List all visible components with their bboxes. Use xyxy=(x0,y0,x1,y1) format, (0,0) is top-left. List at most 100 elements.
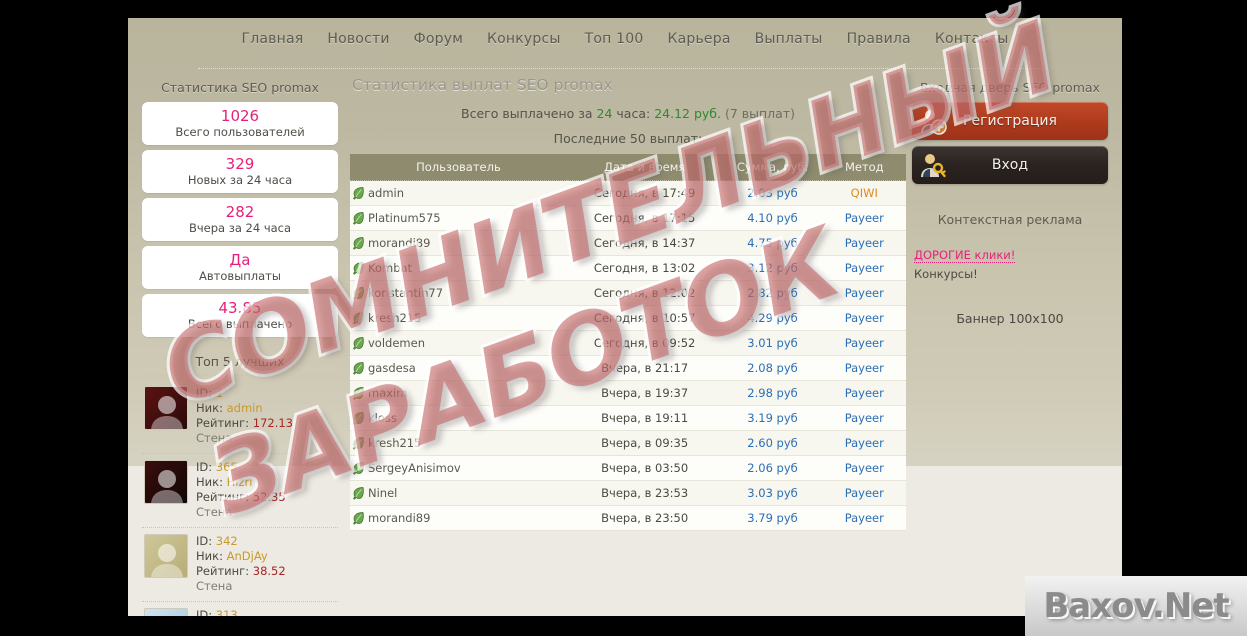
user-name: gasdesa xyxy=(368,361,416,375)
user-wall-link[interactable]: Стена xyxy=(196,579,286,594)
summary-count: (7 выплат) xyxy=(720,106,795,121)
user-rating: 38.52 xyxy=(252,564,286,578)
cell-user[interactable]: SergeyAnisimov xyxy=(350,455,567,481)
nav-item-2[interactable]: Форум xyxy=(402,31,475,47)
nav-item-4[interactable]: Топ 100 xyxy=(573,31,656,47)
user-nick[interactable]: admin xyxy=(227,401,263,415)
cell-method[interactable]: Payeer xyxy=(822,280,906,306)
table-row[interactable]: kresh215 Сегодня, в 10:57 4.29 руб Payeer xyxy=(350,305,906,331)
user-id: 313 xyxy=(215,608,238,616)
user-wall-link[interactable]: Стена xyxy=(196,431,293,446)
cell-date: Сегодня, в 12:02 xyxy=(566,280,723,306)
cell-user[interactable]: Platinum575 xyxy=(350,205,567,231)
cell-user[interactable]: kresh215 xyxy=(350,305,567,331)
column-header-3: Метод xyxy=(822,154,906,181)
table-row[interactable]: admin Сегодня, в 17:49 2.03 руб QIWI xyxy=(350,180,906,206)
cell-user[interactable]: morandi89 xyxy=(350,230,567,256)
cell-sum: 2.60 руб xyxy=(722,430,823,456)
nav-item-5[interactable]: Карьера xyxy=(655,31,742,47)
top-user-row[interactable]: ID: 313Ник: Lipetskiy_UAРейтинг: 34.30Ст… xyxy=(142,602,338,616)
table-row[interactable]: maxim Вчера, в 19:37 2.98 руб Payeer xyxy=(350,380,906,406)
summary-mid: часа: xyxy=(612,106,655,121)
cell-method[interactable]: Payeer xyxy=(822,505,906,531)
cell-method[interactable]: Payeer xyxy=(822,230,906,256)
cell-method[interactable]: Payeer xyxy=(822,255,906,281)
stat-value: 1026 xyxy=(220,107,260,125)
cell-method[interactable]: Payeer xyxy=(822,430,906,456)
stat-box: Да Автовыплаты xyxy=(142,246,338,289)
cell-date: Сегодня, в 17:15 xyxy=(566,205,723,231)
cell-user[interactable]: kresh215 xyxy=(350,430,567,456)
cell-user[interactable]: morandi89 xyxy=(350,505,567,531)
register-button[interactable]: Регистрация xyxy=(912,102,1108,140)
cell-method[interactable]: Payeer xyxy=(822,205,906,231)
user-name: Ninel xyxy=(368,486,398,500)
cell-sum: 3.03 руб xyxy=(722,480,823,506)
nav-item-6[interactable]: Выплаты xyxy=(743,31,835,47)
avatar-image xyxy=(151,544,183,577)
table-row[interactable]: voldemen Сегодня, в 09:52 3.01 руб Payeer xyxy=(350,330,906,356)
login-button[interactable]: Вход xyxy=(912,146,1108,184)
cell-method[interactable]: Payeer xyxy=(822,455,906,481)
table-row[interactable]: morandi89 Сегодня, в 14:37 4.75 руб Payeer xyxy=(350,230,906,256)
cell-method[interactable]: Payeer xyxy=(822,380,906,406)
table-row[interactable]: Kombat Сегодня, в 13:02 3.12 руб Payeer xyxy=(350,255,906,281)
cell-user[interactable]: konstantin77 xyxy=(350,280,567,306)
user-nick[interactable]: Hizri xyxy=(227,475,253,489)
stat-label: Всего выплачено xyxy=(187,317,293,331)
cell-method[interactable]: Payeer xyxy=(822,405,906,431)
user-nick[interactable]: AnDjAy xyxy=(227,549,268,563)
top-user-row[interactable]: ID: 1 Ник: admin Рейтинг: 172.13 Стена xyxy=(142,380,338,454)
main-content: Статистика выплат SEO promax Всего выпла… xyxy=(350,76,906,531)
table-row[interactable]: Platinum575 Сегодня, в 17:15 4.10 руб Payee… xyxy=(350,205,906,231)
page-title: Статистика выплат SEO promax xyxy=(352,76,613,94)
cell-user[interactable]: maxim xyxy=(350,380,567,406)
payout-summary: Всего выплачено за 24 часа: 24.12 руб. (… xyxy=(350,103,906,124)
id-label: ID: xyxy=(196,460,213,474)
ad-hot-link[interactable]: ДОРОГИЕ клики! xyxy=(914,248,1016,263)
user-wall-link[interactable]: Стена xyxy=(196,505,286,520)
cell-method[interactable]: QIWI xyxy=(822,180,906,206)
id-label: ID: xyxy=(196,534,213,548)
table-row[interactable]: konstantin77 Сегодня, в 12:02 2.82 руб Paye… xyxy=(350,280,906,306)
cell-user[interactable]: Kombat xyxy=(350,255,567,281)
user-id: 365 xyxy=(215,460,238,474)
stat-label: Вчера за 24 часа xyxy=(188,221,292,235)
rating-label: Рейтинг: xyxy=(196,564,250,578)
table-row[interactable]: kresh215 Вчера, в 09:35 2.60 руб Payeer xyxy=(350,430,906,456)
cell-user[interactable]: admin xyxy=(350,180,567,206)
table-row[interactable]: kloss Вчера, в 19:11 3.19 руб Payeer xyxy=(350,405,906,431)
nav-item-3[interactable]: Конкурсы xyxy=(475,31,573,47)
left-sidebar: Статистика SEO promax 1026 Всего пользова… xyxy=(142,76,338,616)
nick-label: Ник: xyxy=(196,401,223,415)
top-user-row[interactable]: ID: 342 Ник: AnDjAy Рейтинг: 38.52 Стена xyxy=(142,528,338,602)
top-user-row[interactable]: ID: 365 Ник: Hizri Рейтинг: 52.35 Стена xyxy=(142,454,338,528)
table-row[interactable]: SergeyAnisimov Вчера, в 03:50 2.06 руб Paye… xyxy=(350,455,906,481)
nav-item-1[interactable]: Новости xyxy=(315,31,401,47)
left-sidebar-title: Статистика SEO promax xyxy=(161,80,319,95)
cell-method[interactable]: Payeer xyxy=(822,305,906,331)
cell-user[interactable]: voldemen xyxy=(350,330,567,356)
cell-sum: 2.03 руб xyxy=(722,180,823,206)
cell-method[interactable]: Payeer xyxy=(822,355,906,381)
cell-user[interactable]: Ninel xyxy=(350,480,567,506)
banner-placeholder[interactable]: Баннер 100x100 xyxy=(912,289,1108,335)
cell-method[interactable]: Payeer xyxy=(822,330,906,356)
table-row[interactable]: Ninel Вчера, в 23:53 3.03 руб Payeer xyxy=(350,480,906,506)
nav-item-0[interactable]: Главная xyxy=(229,31,315,47)
user-rating: 52.35 xyxy=(252,490,286,504)
table-row[interactable]: gasdesa Вчера, в 21:17 2.08 руб Payeer xyxy=(350,355,906,381)
cell-user[interactable]: kloss xyxy=(350,405,567,431)
cell-user[interactable]: gasdesa xyxy=(350,355,567,381)
leaf-icon xyxy=(353,287,364,300)
cell-date: Вчера, в 23:53 xyxy=(566,480,723,506)
avatar-image xyxy=(145,609,188,616)
id-label: ID: xyxy=(196,608,213,616)
table-row[interactable]: morandi89 Вчера, в 23:50 3.79 руб Payeer xyxy=(350,505,906,531)
nav-item-7[interactable]: Правила xyxy=(835,31,923,47)
ad-normal-link[interactable]: Конкурсы! xyxy=(914,266,1106,283)
user-name: Platinum575 xyxy=(368,211,441,225)
nav-item-8[interactable]: Контакты xyxy=(923,31,1021,47)
cell-method[interactable]: Payeer xyxy=(822,480,906,506)
cell-sum: 2.06 руб xyxy=(722,455,823,481)
